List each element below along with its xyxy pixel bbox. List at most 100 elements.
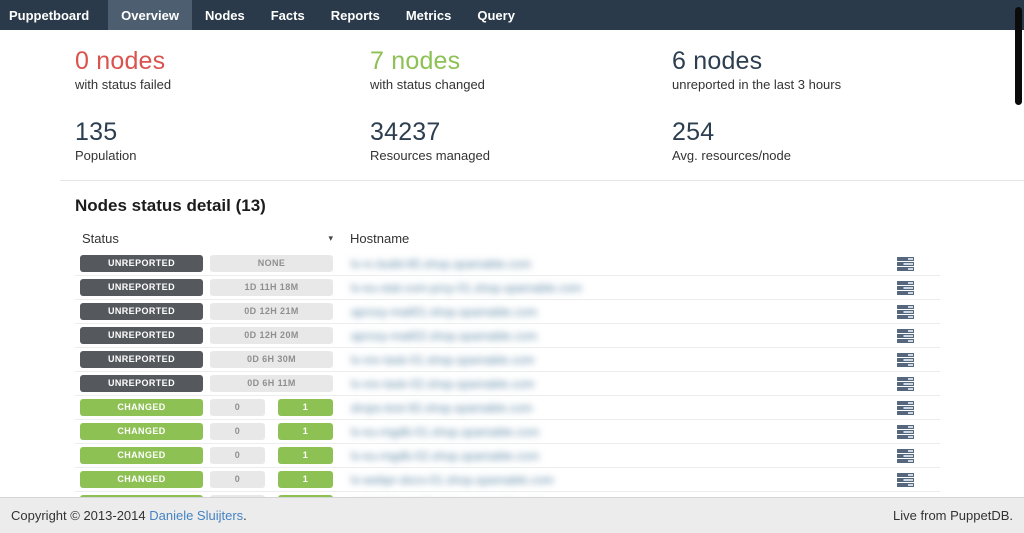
unreported-duration-badge: 0D 12H 20M [210,327,333,344]
status-badge: UNREPORTED [80,279,203,296]
tasks-icon-glyph [897,281,914,295]
footer: Copyright © 2013-2014 Daniele Sluijters.… [0,497,1024,533]
tasks-icon-glyph [897,353,914,367]
stat-changed: 7 nodes with status changed [370,46,672,92]
hostname-link[interactable]: drops-test-92.shop.spamable.com [351,401,897,415]
tab-reports[interactable]: Reports [318,0,393,30]
top-navbar: Puppetboard Overview Nodes Facts Reports… [0,0,1024,30]
status-badge: CHANGED [80,423,203,440]
author-link[interactable]: Daniele Sluijters [149,508,243,523]
status-badge: CHANGED [80,447,203,464]
hostname-link[interactable]: lv-rev-task-01.shop.spamable.com [351,353,897,367]
status-detail-cell: 0D 12H 21M [210,303,333,320]
stat-resources: 34237 Resources managed [370,117,672,163]
copyright-years: Copyright © 2013-2014 [11,508,146,523]
tasks-icon[interactable] [897,449,914,463]
changed-count-badge: 1 [278,399,333,416]
stat-population-label: Population [75,148,370,163]
copyright-text: Copyright © 2013-2014 Daniele Sluijters. [11,508,247,523]
status-badge: UNREPORTED [80,303,203,320]
status-badge: UNREPORTED [80,375,203,392]
hostname-link[interactable]: lv-rc-build-65.shop.spamable.com [351,257,897,271]
vertical-scrollbar-thumb[interactable] [1015,7,1022,105]
tasks-icon[interactable] [897,473,914,487]
skipped-count-badge: 0 [210,471,265,488]
status-column-header[interactable]: Status ▾ [75,231,333,246]
status-detail-cell: 01 [210,399,333,416]
live-from-puppetdb-text: Live from PuppetDB. [893,508,1013,523]
brand-puppetboard[interactable]: Puppetboard [0,0,99,30]
tab-metrics[interactable]: Metrics [393,0,465,30]
status-detail-cell: NONE [210,255,333,272]
unreported-duration-badge: 0D 12H 21M [210,303,333,320]
tasks-icon[interactable] [897,257,914,271]
tasks-icon-glyph [897,425,914,439]
stat-resources-label: Resources managed [370,148,672,163]
table-row: UNREPORTED 0D 12H 20M aproxy-mail02.shop.s… [75,324,940,348]
tasks-icon[interactable] [897,353,914,367]
table-row: UNREPORTED 1D 11H 18M lv-eu-stat-com-prxy-… [75,276,940,300]
tasks-icon-glyph [897,305,914,319]
tasks-icon[interactable] [897,281,914,295]
tasks-icon-glyph [897,377,914,391]
stat-changed-label: with status changed [370,77,672,92]
overview-stats: 0 nodes with status failed 7 nodes with … [75,30,940,163]
tab-facts[interactable]: Facts [258,0,318,30]
table-row: CHANGED 01 lv-webpr-docs-01.shop.spamable.… [75,468,940,492]
unreported-duration-badge: NONE [210,255,333,272]
stat-population-value: 135 [75,117,370,147]
chevron-down-icon[interactable]: ▾ [328,233,333,244]
stat-unreported: 6 nodes unreported in the last 3 hours [672,46,940,92]
tab-nodes[interactable]: Nodes [192,0,258,30]
status-badge: CHANGED [80,399,203,416]
stat-failed-label: with status failed [75,77,370,92]
status-detail-cell: 1D 11H 18M [210,279,333,296]
status-detail-cell: 0D 6H 30M [210,351,333,368]
status-detail-cell: 01 [210,471,333,488]
hostname-link[interactable]: aproxy-mail01.shop.spamable.com [351,305,897,319]
status-badge: CHANGED [80,471,203,488]
changed-count-badge: 1 [278,423,333,440]
hostname-link[interactable]: lv-eu-mgdb-01.shop.spamable.com [351,425,897,439]
table-row: CHANGED 01 drops-test-92.shop.spamable.com [75,396,940,420]
hostname-link[interactable]: lv-eu-mgdb-02.shop.spamable.com [351,449,897,463]
unreported-duration-badge: 0D 6H 30M [210,351,333,368]
tasks-icon[interactable] [897,401,914,415]
hostname-column-header: Hostname [350,231,409,246]
table-row: UNREPORTED 0D 12H 21M aproxy-mail01.shop.s… [75,300,940,324]
tab-query[interactable]: Query [464,0,528,30]
table-header: Status ▾ Hostname [75,231,940,252]
stat-unreported-value: 6 nodes [672,46,940,76]
tab-overview[interactable]: Overview [108,0,192,30]
changed-count-badge: 1 [278,447,333,464]
tasks-icon[interactable] [897,377,914,391]
tasks-icon[interactable] [897,329,914,343]
status-table-body: UNREPORTED NONE lv-rc-build-65.shop.spamab… [75,252,940,516]
status-detail-cell: 01 [210,447,333,464]
table-row: UNREPORTEDNONElv-rc-build-65.shop.spamab… [75,252,940,276]
status-detail-cell: 0D 6H 11M [210,375,333,392]
skipped-count-badge: 0 [210,447,265,464]
tasks-icon-glyph [897,257,914,271]
tasks-icon-glyph [897,449,914,463]
stat-avg-resources-label: Avg. resources/node [672,148,940,163]
status-badge: UNREPORTED [80,327,203,344]
hostname-link[interactable]: lv-eu-stat-com-prxy-01.shop.spamable.com [351,281,897,295]
tasks-icon-glyph [897,473,914,487]
stat-avg-resources-value: 254 [672,117,940,147]
unreported-duration-badge: 0D 6H 11M [210,375,333,392]
status-badge: UNREPORTED [80,351,203,368]
status-detail-cell: 0D 12H 20M [210,327,333,344]
stat-failed: 0 nodes with status failed [75,46,370,92]
table-row: CHANGED01lv-eu-mgdb-01.shop.spamable.com [75,420,940,444]
hostname-link[interactable]: aproxy-mail02.shop.spamable.com [351,329,897,343]
page-title: Nodes status detail (13) [75,196,940,216]
stat-failed-value: 0 nodes [75,46,370,76]
tasks-icon[interactable] [897,425,914,439]
copyright-suffix: . [243,508,247,523]
tasks-icon[interactable] [897,305,914,319]
stat-avg-resources: 254 Avg. resources/node [672,117,940,163]
hostname-link[interactable]: lv-webpr-docs-01.shop.spamable.com [351,473,897,487]
stat-changed-value: 7 nodes [370,46,672,76]
hostname-link[interactable]: lv-rev-task-02.shop.spamable.com [351,377,897,391]
